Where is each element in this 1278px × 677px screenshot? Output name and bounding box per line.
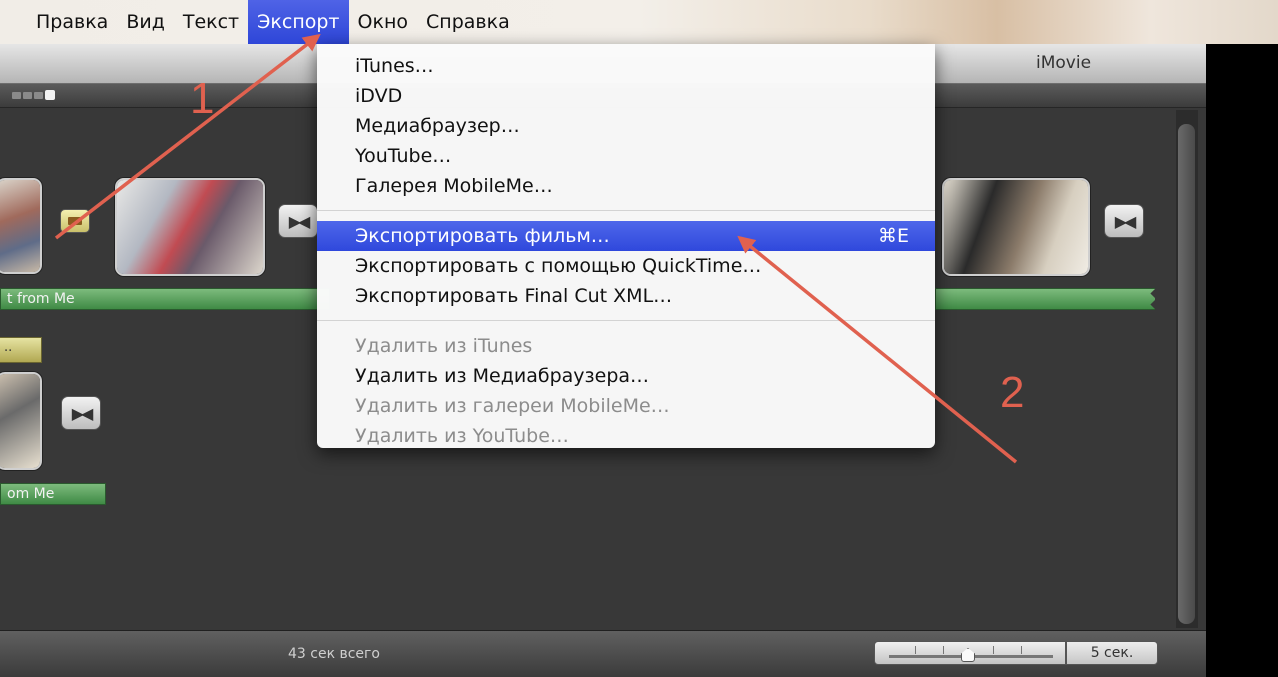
- export-menu: iTunes… iDVD Медиабраузер… YouTube… Гале…: [317, 44, 935, 448]
- menu-bar: Правка Вид Текст Экспорт Окно Справка: [0, 0, 1278, 44]
- clip-thumbnail[interactable]: [942, 178, 1090, 276]
- annotation-label-2: 2: [1000, 368, 1025, 417]
- slider-knob[interactable]: [961, 648, 975, 662]
- menu-edit[interactable]: Правка: [27, 0, 117, 44]
- slider-tick: [1021, 646, 1022, 654]
- transition-icon[interactable]: ▶◀: [278, 204, 318, 238]
- menu-view[interactable]: Вид: [117, 0, 174, 44]
- menu-item-export-movie[interactable]: Экспортировать фильм… ⌘E: [317, 221, 935, 251]
- slider-tick: [915, 646, 916, 654]
- music-track-end[interactable]: [935, 288, 1155, 310]
- title-effect-icon[interactable]: [60, 209, 90, 233]
- size-dot-selected[interactable]: [45, 90, 55, 100]
- size-dot[interactable]: [23, 92, 32, 99]
- transition-icon[interactable]: ▶◀: [1104, 204, 1144, 238]
- menu-separator: [317, 210, 935, 211]
- duration-label: 5 сек.: [1066, 641, 1158, 665]
- clip-thumbnail[interactable]: [0, 372, 42, 470]
- clip-thumbnail[interactable]: [0, 178, 42, 274]
- menu-separator: [317, 320, 935, 321]
- menu-item-remove-itunes: Удалить из iTunes: [355, 335, 533, 357]
- annotation-label-1: 1: [190, 74, 215, 123]
- scrollbar-thumb[interactable]: [1178, 124, 1195, 624]
- transition-icon[interactable]: ▶◀: [61, 396, 101, 430]
- keyboard-shortcut: ⌘E: [877, 225, 909, 247]
- menu-item-itunes[interactable]: iTunes…: [317, 51, 935, 81]
- menu-item-youtube[interactable]: YouTube…: [317, 141, 935, 171]
- music-track[interactable]: t from Me: [0, 288, 330, 310]
- menu-item-label: Экспортировать фильм…: [355, 225, 610, 247]
- menu-window[interactable]: Окно: [349, 0, 417, 44]
- slider-tick: [943, 646, 944, 654]
- menu-export[interactable]: Экспорт: [248, 0, 349, 44]
- thumbnail-size-control[interactable]: [12, 90, 55, 100]
- size-dot[interactable]: [12, 92, 21, 99]
- clip-thumbnail[interactable]: [115, 178, 265, 276]
- menu-item-mobileme-gallery[interactable]: Галерея MobileMe…: [317, 171, 935, 201]
- menu-item-remove-youtube: Удалить из YouTube…: [355, 425, 569, 447]
- menu-item-remove-media-browser[interactable]: Удалить из Медиабраузера…: [317, 361, 935, 391]
- zoom-slider[interactable]: [874, 641, 1066, 665]
- menu-help[interactable]: Справка: [417, 0, 519, 44]
- menu-item-idvd[interactable]: iDVD: [317, 81, 935, 111]
- menu-item-media-browser[interactable]: Медиабраузер…: [317, 111, 935, 141]
- slider-tick: [993, 646, 994, 654]
- menu-item-remove-mobileme: Удалить из галереи MobileMe…: [355, 395, 670, 417]
- music-track[interactable]: om Me: [0, 483, 106, 505]
- total-duration: 43 сек всего: [288, 646, 380, 662]
- size-dot[interactable]: [34, 92, 43, 99]
- status-bar: 43 сек всего 5 сек.: [0, 630, 1206, 677]
- menu-item-export-final-cut-xml[interactable]: Экспортировать Final Cut XML…: [317, 281, 935, 311]
- menu-text[interactable]: Текст: [174, 0, 248, 44]
- title-clip[interactable]: ..: [0, 337, 42, 363]
- window-title: iMovie: [1036, 53, 1092, 73]
- menu-item-export-quicktime[interactable]: Экспортировать с помощью QuickTime…: [317, 251, 935, 281]
